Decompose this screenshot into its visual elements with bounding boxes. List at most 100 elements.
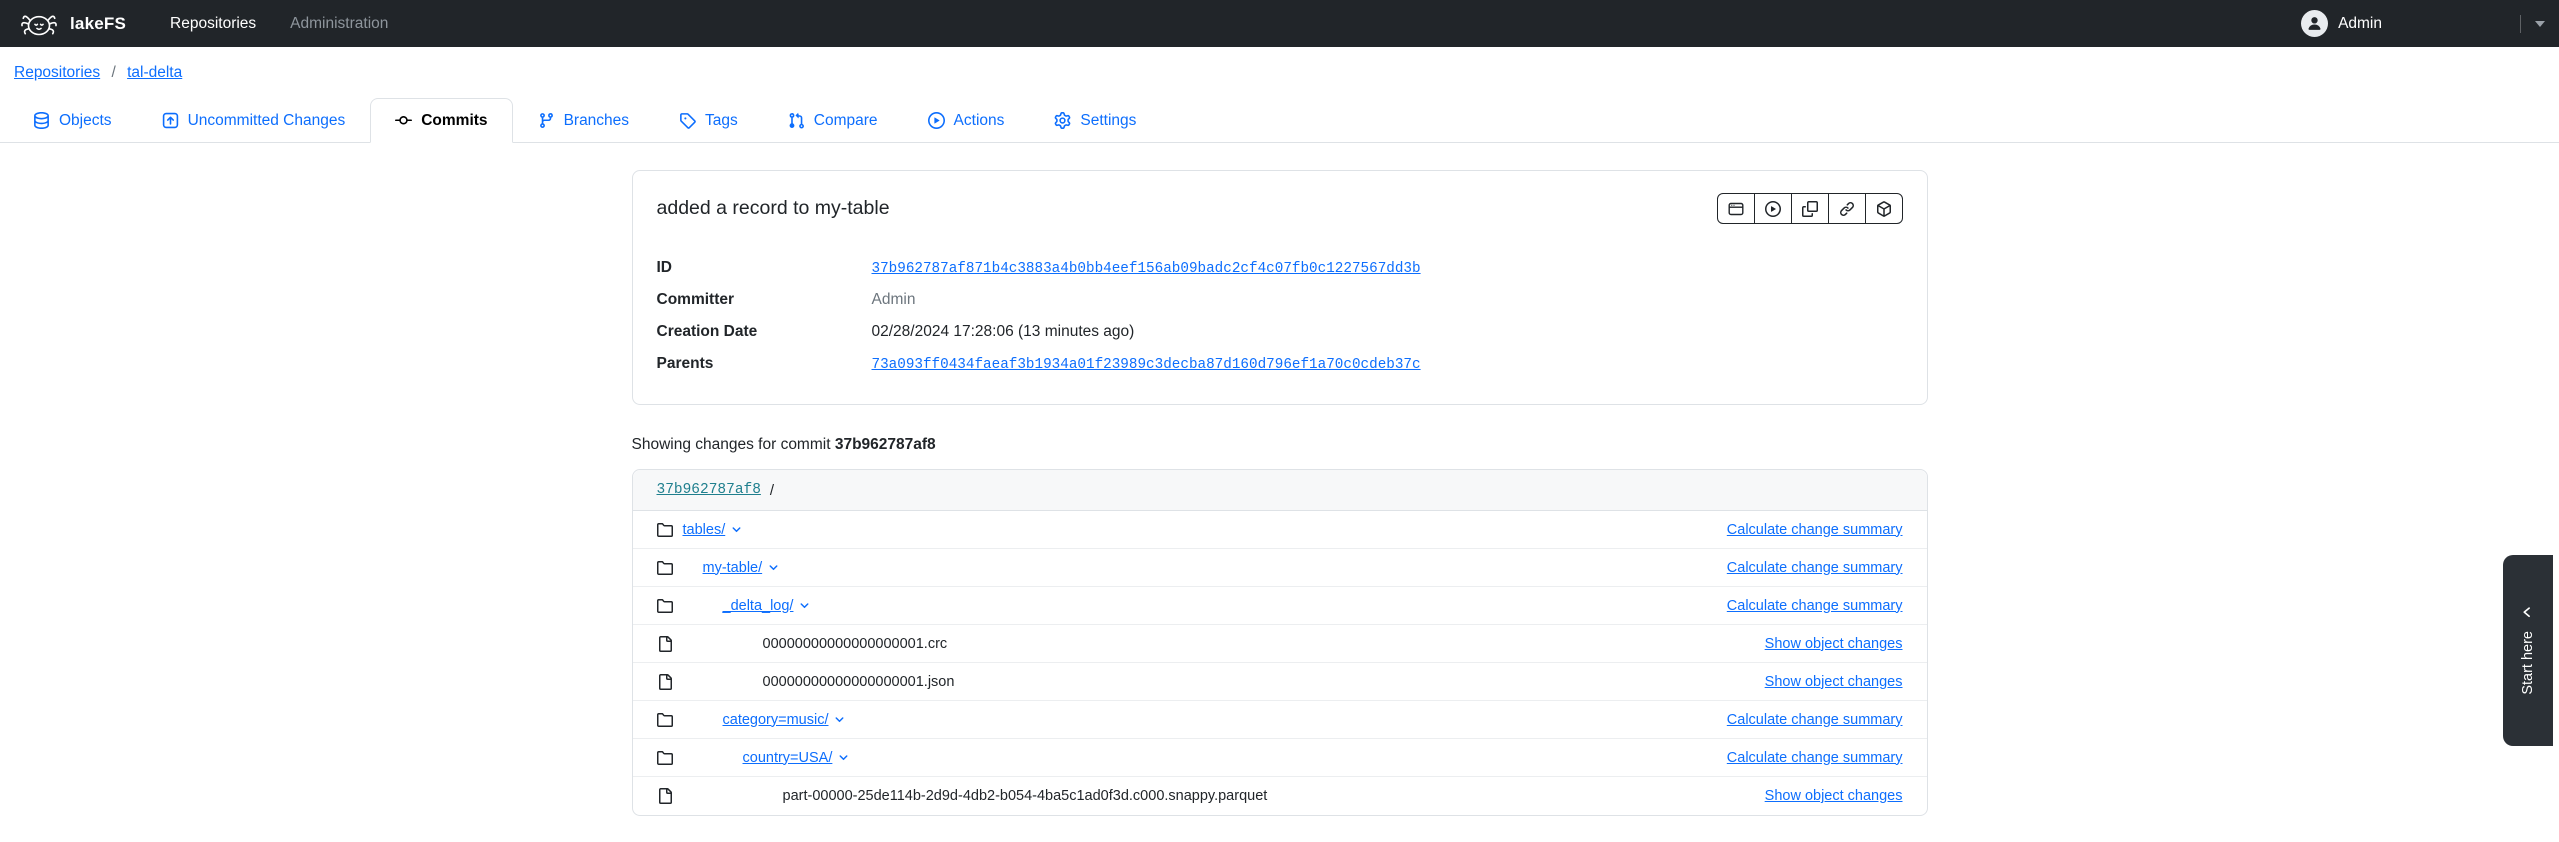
meta-label: ID bbox=[657, 259, 872, 277]
breadcrumb-separator: / bbox=[111, 64, 115, 81]
tab-bar: Objects Uncommitted Changes Commits Branche… bbox=[0, 97, 2559, 143]
database-icon bbox=[33, 112, 50, 129]
nav-administration[interactable]: Administration bbox=[290, 15, 388, 33]
folder-link[interactable]: country=USA/ bbox=[743, 750, 833, 766]
tree-rows: tables/Calculate change summarymy-table/… bbox=[633, 511, 1927, 815]
meta-label: Parents bbox=[657, 355, 872, 373]
meta-label: Creation Date bbox=[657, 323, 872, 341]
committer-value: Admin bbox=[872, 291, 916, 309]
folder-icon bbox=[657, 560, 673, 576]
copy-link-button[interactable] bbox=[1828, 193, 1866, 224]
compare-icon bbox=[788, 112, 805, 129]
changes-summary-line: Showing changes for commit 37b962787af8 bbox=[632, 436, 1928, 454]
chevron-down-icon[interactable] bbox=[798, 599, 811, 612]
file-icon bbox=[657, 674, 673, 690]
chevron-down-icon[interactable] bbox=[837, 751, 850, 764]
browse-objects-button[interactable] bbox=[1717, 193, 1755, 224]
folder-icon bbox=[657, 712, 673, 728]
calculate-change-summary-link[interactable]: Calculate change summary bbox=[1727, 522, 1903, 538]
tab-tags[interactable]: Tags bbox=[654, 98, 763, 143]
nav-repositories[interactable]: Repositories bbox=[170, 15, 256, 33]
tab-label: Branches bbox=[564, 112, 629, 130]
file-name: 00000000000000000001.json bbox=[763, 674, 955, 690]
meta-row-creation-date: Creation Date 02/28/2024 17:28:06 (13 mi… bbox=[657, 316, 1903, 348]
tree-path-separator: / bbox=[770, 482, 774, 499]
breadcrumb-repo-name[interactable]: tal-delta bbox=[127, 64, 182, 81]
person-icon bbox=[2306, 15, 2323, 32]
changes-summary-prefix: Showing changes for commit bbox=[632, 436, 835, 453]
tab-actions[interactable]: Actions bbox=[903, 98, 1030, 143]
tree-row: my-table/Calculate change summary bbox=[633, 549, 1927, 587]
tag-icon bbox=[679, 112, 696, 129]
calculate-change-summary-link[interactable]: Calculate change summary bbox=[1727, 750, 1903, 766]
user-menu[interactable]: Admin bbox=[2301, 10, 2545, 37]
commit-metadata: ID 37b962787af871b4c3883a4b0bb4eef156ab0… bbox=[657, 252, 1903, 380]
avatar bbox=[2301, 10, 2328, 37]
tab-label: Uncommitted Changes bbox=[188, 112, 346, 130]
user-menu-caret-icon[interactable] bbox=[2535, 21, 2545, 27]
commit-card: added a record to my-table ID 37b962787a… bbox=[632, 170, 1928, 405]
divider bbox=[2520, 15, 2521, 33]
chevron-down-icon[interactable] bbox=[833, 713, 846, 726]
show-object-changes-link[interactable]: Show object changes bbox=[1765, 788, 1903, 804]
tab-uncommitted-changes[interactable]: Uncommitted Changes bbox=[137, 98, 371, 143]
gear-icon bbox=[1054, 112, 1071, 129]
file-icon bbox=[657, 636, 673, 652]
folder-link[interactable]: _delta_log/ bbox=[723, 598, 794, 614]
tab-commits[interactable]: Commits bbox=[370, 98, 512, 143]
tree-row: _delta_log/Calculate change summary bbox=[633, 587, 1927, 625]
changes-tree-card: 37b962787af8 / tables/Calculate change s… bbox=[632, 469, 1928, 816]
tab-label: Commits bbox=[421, 112, 487, 130]
start-here-tab[interactable]: Start here bbox=[2503, 555, 2553, 746]
calculate-change-summary-link[interactable]: Calculate change summary bbox=[1727, 560, 1903, 576]
tab-compare[interactable]: Compare bbox=[763, 98, 903, 143]
run-actions-button[interactable] bbox=[1754, 193, 1792, 224]
meta-row-id: ID 37b962787af871b4c3883a4b0bb4eef156ab0… bbox=[657, 252, 1903, 284]
commit-icon bbox=[395, 112, 412, 129]
tree-row: category=music/Calculate change summary bbox=[633, 701, 1927, 739]
main-content: added a record to my-table ID 37b962787a… bbox=[632, 170, 1928, 816]
commit-action-buttons bbox=[1717, 193, 1903, 224]
parent-commit-link[interactable]: 73a093ff0434faeaf3b1934a01f23989c3decba8… bbox=[872, 357, 1421, 373]
meta-label: Committer bbox=[657, 291, 872, 309]
copy-id-button[interactable] bbox=[1791, 193, 1829, 224]
brand-title: lakeFS bbox=[70, 14, 126, 34]
tab-label: Settings bbox=[1080, 112, 1136, 130]
copy-uri-button[interactable] bbox=[1865, 193, 1903, 224]
window-icon bbox=[1728, 201, 1744, 217]
tree-row: 00000000000000000001.crc Show object chan… bbox=[633, 625, 1927, 663]
calculate-change-summary-link[interactable]: Calculate change summary bbox=[1727, 712, 1903, 728]
branch-icon bbox=[538, 112, 555, 129]
cube-icon bbox=[1876, 201, 1892, 217]
chevron-down-icon[interactable] bbox=[730, 523, 743, 536]
changes-summary-commit: 37b962787af8 bbox=[835, 436, 936, 453]
lakefs-logo[interactable] bbox=[18, 9, 70, 39]
play-icon bbox=[1765, 201, 1781, 217]
tree-row: country=USA/Calculate change summary bbox=[633, 739, 1927, 777]
calculate-change-summary-link[interactable]: Calculate change summary bbox=[1727, 598, 1903, 614]
breadcrumb-repositories[interactable]: Repositories bbox=[14, 64, 100, 81]
tree-row: tables/Calculate change summary bbox=[633, 511, 1927, 549]
file-name: 00000000000000000001.crc bbox=[763, 636, 948, 652]
commit-message: added a record to my-table bbox=[657, 193, 890, 220]
tree-ref-link[interactable]: 37b962787af8 bbox=[657, 482, 761, 498]
file-icon bbox=[657, 788, 673, 804]
tab-label: Compare bbox=[814, 112, 878, 130]
tab-label: Tags bbox=[705, 112, 738, 130]
folder-icon bbox=[657, 750, 673, 766]
folder-link[interactable]: my-table/ bbox=[703, 560, 763, 576]
navbar: lakeFS Repositories Administration Admin bbox=[0, 0, 2559, 47]
tab-branches[interactable]: Branches bbox=[513, 98, 654, 143]
tab-objects[interactable]: Objects bbox=[8, 98, 137, 143]
folder-link[interactable]: category=music/ bbox=[723, 712, 829, 728]
show-object-changes-link[interactable]: Show object changes bbox=[1765, 636, 1903, 652]
file-name: part-00000-25de114b-2d9d-4db2-b054-4ba5c… bbox=[783, 788, 1268, 804]
tab-settings[interactable]: Settings bbox=[1029, 98, 1161, 143]
chevron-expand-icon bbox=[2522, 606, 2535, 619]
folder-icon bbox=[657, 598, 673, 614]
show-object-changes-link[interactable]: Show object changes bbox=[1765, 674, 1903, 690]
breadcrumb: Repositories / tal-delta bbox=[14, 64, 2559, 82]
folder-link[interactable]: tables/ bbox=[683, 522, 726, 538]
commit-id-link[interactable]: 37b962787af871b4c3883a4b0bb4eef156ab09ba… bbox=[872, 261, 1421, 277]
chevron-down-icon[interactable] bbox=[767, 561, 780, 574]
